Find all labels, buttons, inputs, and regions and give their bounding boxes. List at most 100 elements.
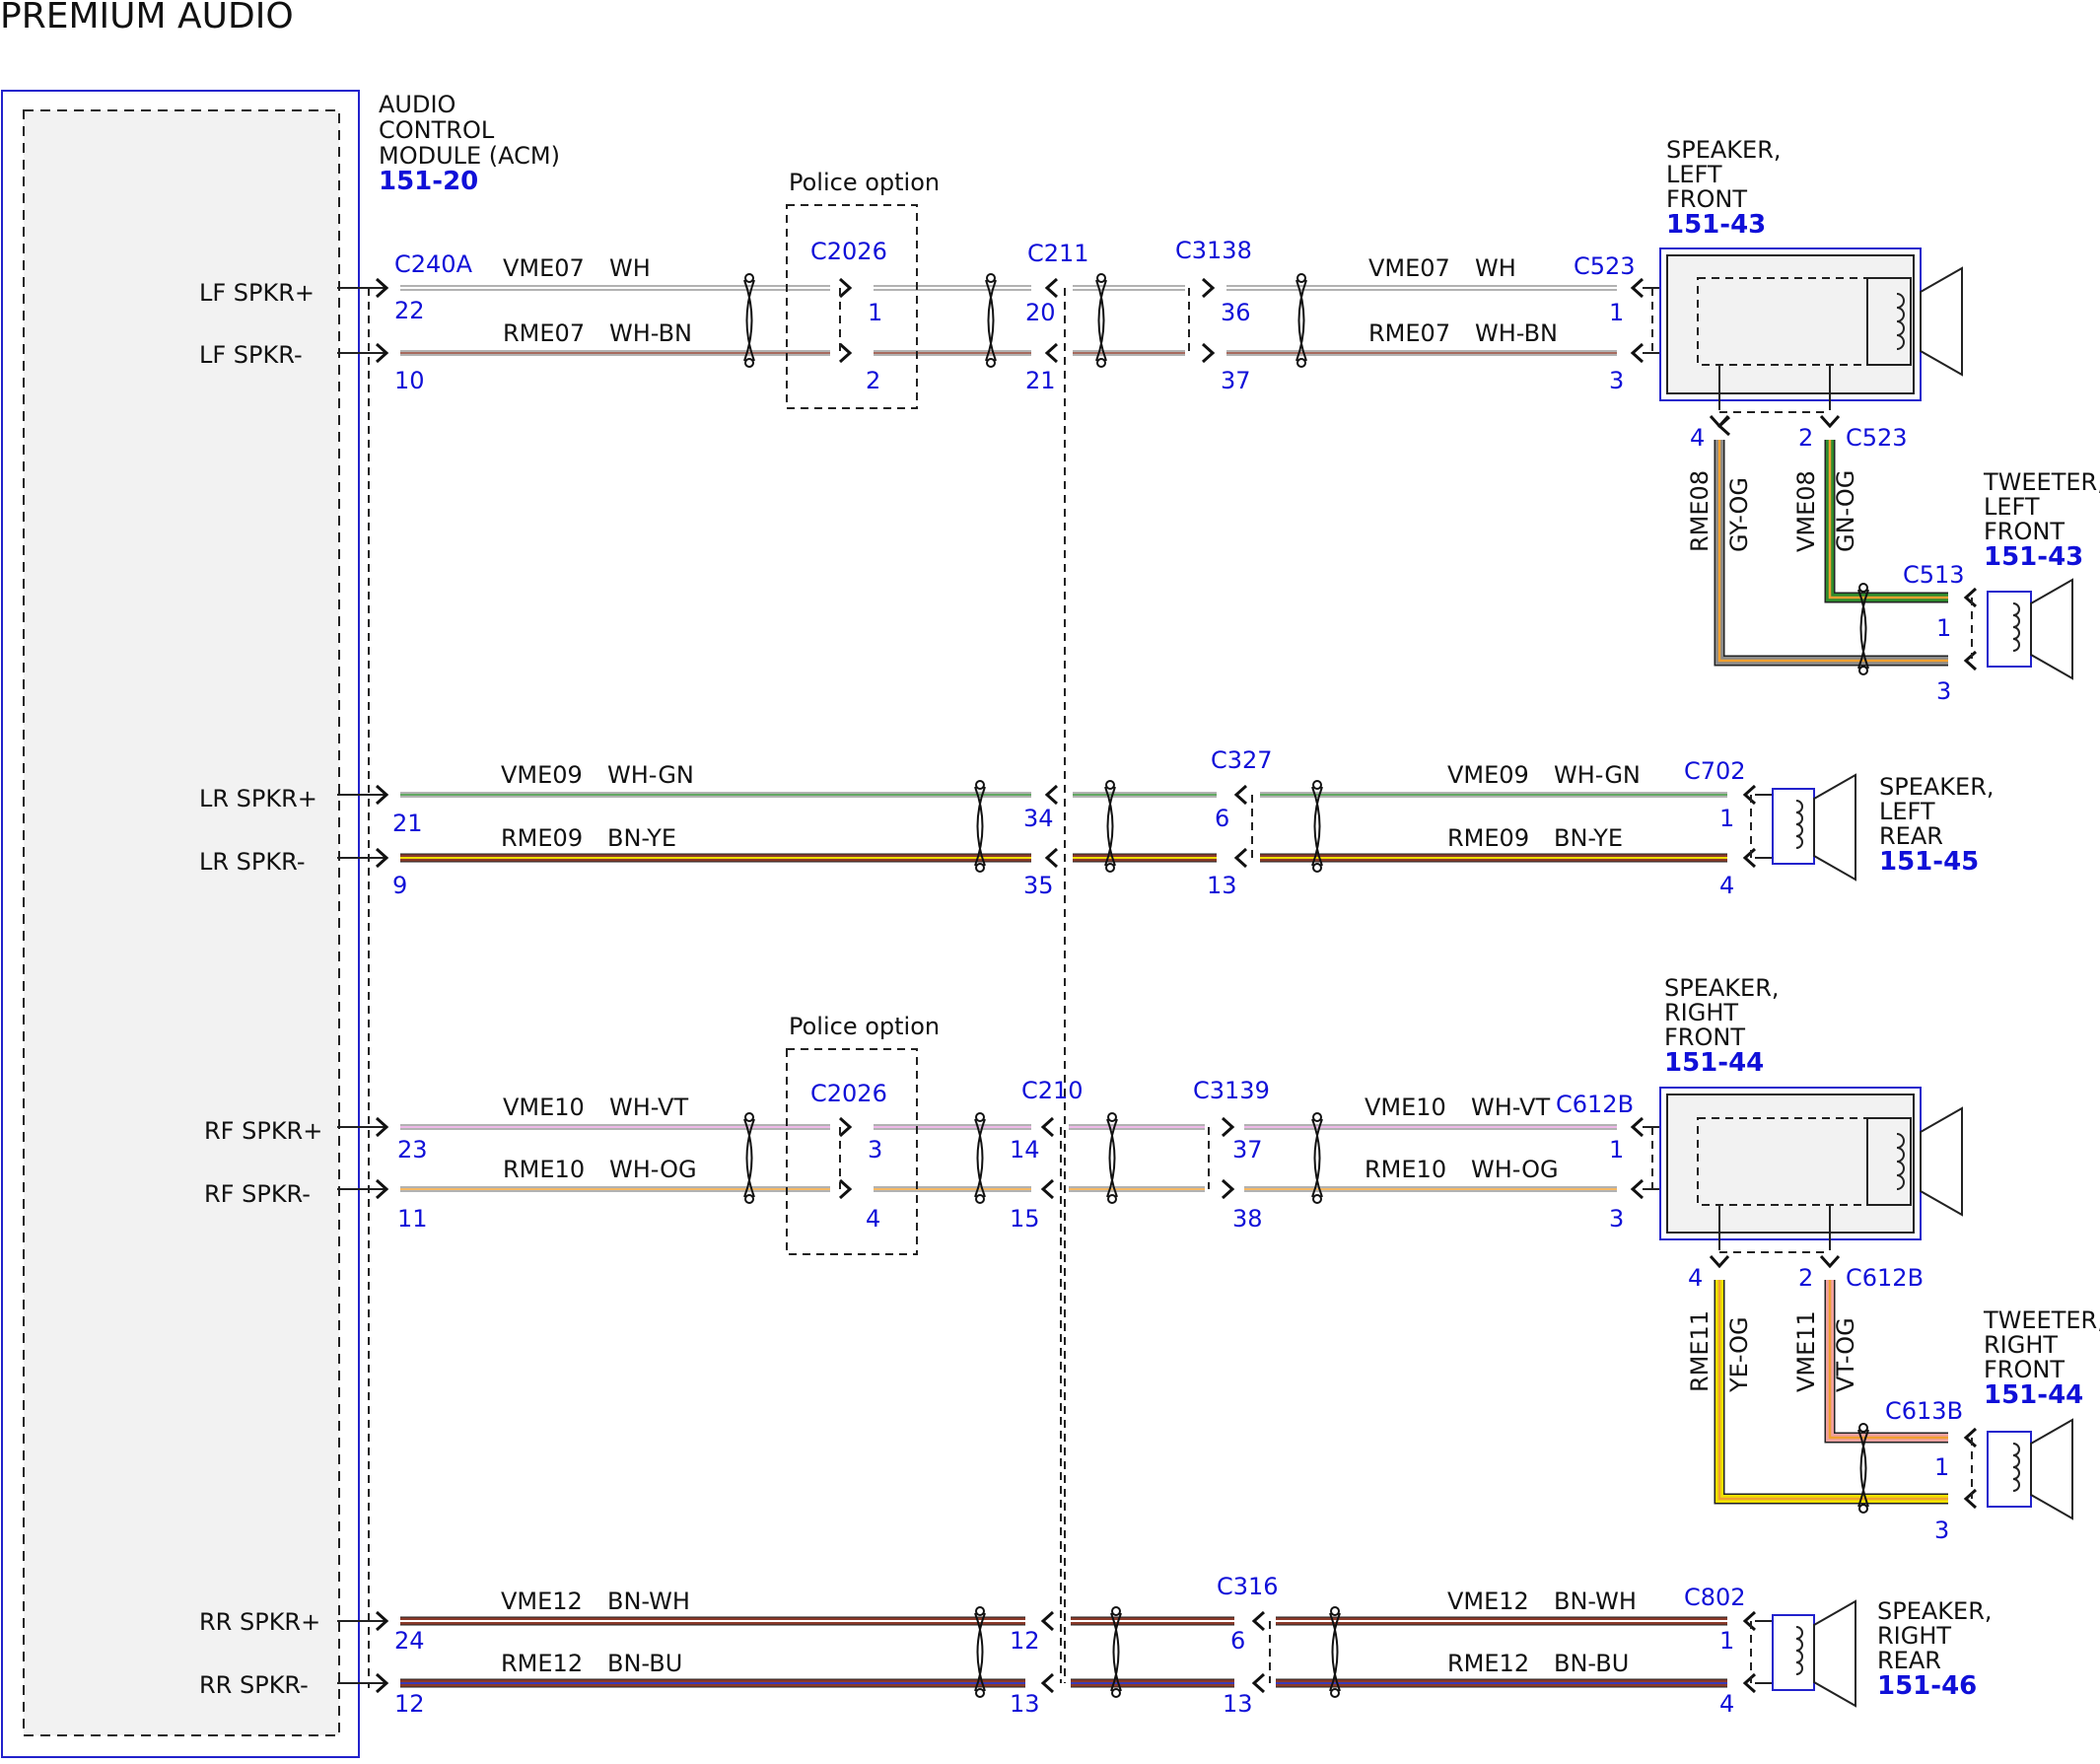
pin-num: 3 xyxy=(868,1136,882,1164)
twisted-pair-icon xyxy=(1095,279,1107,362)
connector-arrow-icon xyxy=(1251,1610,1266,1632)
component-label: REAR xyxy=(1877,1647,1941,1674)
pin-num: 4 xyxy=(1688,1264,1703,1292)
tweeter-right-front: TWEETER, RIGHT FRONT 151-44 C613B 1 3 xyxy=(1885,1306,2100,1544)
connector-arrow-icon xyxy=(1819,1254,1841,1269)
twist-cap xyxy=(1858,1504,1868,1514)
wire-color-label: BN-WH xyxy=(607,1588,690,1615)
pin-num: 1 xyxy=(1719,805,1734,832)
component-label: SPEAKER, xyxy=(1664,974,1780,1002)
acm-pin-rf-spkr-minus: RF SPKR- xyxy=(204,1180,311,1208)
component-label: FRONT xyxy=(1984,518,2065,545)
wire-circuit-label: VME10 xyxy=(1365,1094,1446,1121)
pin-num: 13 xyxy=(1207,872,1237,899)
pin-num: 20 xyxy=(1025,299,1056,326)
twist-cap xyxy=(986,358,996,368)
acm-pin-lr-spkr-minus: LR SPKR- xyxy=(199,848,305,876)
component-label: TWEETER, xyxy=(1983,468,2100,496)
wire-color-label: WH xyxy=(609,254,651,282)
twisted-pair-icon xyxy=(743,1118,755,1198)
twisted-pair-icon xyxy=(743,279,755,362)
connector-arrow-icon xyxy=(1201,342,1216,364)
component-label: SPEAKER, xyxy=(1666,136,1782,164)
wire-circuit-label: VME10 xyxy=(503,1094,585,1121)
component-ref: 151-46 xyxy=(1877,1671,1977,1701)
component-ref: 151-43 xyxy=(1984,542,2083,572)
pin-num: 4 xyxy=(1690,424,1705,452)
connector-c513: C513 xyxy=(1903,561,1965,589)
wire-color-label: BN-YE xyxy=(607,824,676,852)
connector-c3139: C3139 xyxy=(1193,1077,1270,1104)
pin-num: 1 xyxy=(1934,1453,1949,1481)
connector-c613b: C613B xyxy=(1885,1397,1963,1425)
wire-circuit-label: RME11 xyxy=(1686,1310,1714,1392)
twist-cap xyxy=(1330,1606,1340,1616)
connector-arrow-icon xyxy=(1233,847,1248,869)
twist-cap xyxy=(1107,1112,1117,1122)
connector-c702: C702 xyxy=(1684,757,1746,785)
component-label: RIGHT xyxy=(1877,1622,1951,1650)
twist-cap xyxy=(1312,863,1322,873)
wire-color-label: WH-VT xyxy=(609,1094,688,1121)
acm-ref: 151-20 xyxy=(379,167,478,196)
connector-arrow-icon xyxy=(1201,277,1216,299)
pin-num: 23 xyxy=(397,1136,428,1164)
connector-arrow-icon xyxy=(1044,277,1059,299)
pin-num: 1 xyxy=(1609,1136,1624,1164)
pin-num: 21 xyxy=(392,810,423,837)
acm-label-2: CONTROL xyxy=(379,116,495,144)
twist-cap xyxy=(1312,1112,1322,1122)
pin-num: 3 xyxy=(1934,1517,1949,1544)
wire-color-label: WH-GN xyxy=(607,761,694,789)
connector-arrow-icon xyxy=(1044,342,1059,364)
pin-num: 11 xyxy=(397,1205,428,1233)
acm-label-3: MODULE (ACM) xyxy=(379,142,560,170)
twisted-pair-icon xyxy=(985,279,997,362)
connector-arrow-icon xyxy=(1709,414,1730,429)
pin-num: 35 xyxy=(1023,872,1054,899)
connector-c612b: C612B xyxy=(1846,1264,1924,1292)
wire-color-label: BN-YE xyxy=(1554,824,1623,852)
connector-c523: C523 xyxy=(1846,424,1908,452)
component-label: FRONT xyxy=(1666,185,1747,213)
twist-cap xyxy=(744,1194,754,1204)
acm-pin-stubs xyxy=(337,287,385,1684)
connector-c3138: C3138 xyxy=(1175,237,1252,264)
pin-num: 2 xyxy=(1798,424,1813,452)
pin-num: 3 xyxy=(1609,367,1624,394)
police-option-rf: Police option C2026 3 4 xyxy=(786,1013,940,1255)
twist-cap xyxy=(1096,273,1106,283)
pin-num: 13 xyxy=(1223,1690,1253,1718)
twist-cap xyxy=(975,863,985,873)
connector-arrow-icon xyxy=(1044,784,1059,806)
pin-num: 3 xyxy=(1936,677,1951,705)
wire-label-layer: VME07 WH VME07 WH RME07 WH-BN RME07 WH-BN VME09 W… xyxy=(501,254,1859,1677)
wire-circuit-label: RME12 xyxy=(1447,1650,1529,1677)
speaker-cone-icon xyxy=(1813,1599,1856,1708)
wire-color-label: WH-OG xyxy=(609,1156,697,1183)
wire-color-label: GY-OG xyxy=(1725,477,1753,552)
wire-color-label: WH-GN xyxy=(1554,761,1641,789)
twist-cap xyxy=(986,273,996,283)
pin-num: 1 xyxy=(1936,614,1951,642)
acm-pin-lf-spkr-minus: LF SPKR- xyxy=(199,341,303,369)
wire-color-label: VT-OG xyxy=(1832,1317,1859,1392)
wire-circuit-label: RME10 xyxy=(503,1156,585,1183)
pin-num: 12 xyxy=(394,1690,425,1718)
tweeter-cone-icon xyxy=(2030,578,2073,680)
pin-num: 24 xyxy=(394,1627,425,1655)
connector-arrow-icon xyxy=(838,277,853,299)
twisted-pair-icon xyxy=(1295,279,1307,362)
pin-num: 22 xyxy=(394,297,425,324)
component-label: RIGHT xyxy=(1984,1331,2058,1359)
twist-cap xyxy=(1312,780,1322,790)
acm-pin-rf-spkr-plus: RF SPKR+ xyxy=(204,1117,322,1145)
component-ref: 151-44 xyxy=(1984,1380,2083,1410)
connector-arrow-icon xyxy=(1040,1116,1055,1138)
pin-num: 2 xyxy=(866,367,880,394)
pin-num: 6 xyxy=(1215,805,1229,832)
connector-arrow-icon xyxy=(1630,1116,1645,1138)
wire-circuit-label: RME09 xyxy=(1447,824,1529,852)
acm-pin-lr-spkr-plus: LR SPKR+ xyxy=(199,785,317,812)
twist-cap xyxy=(1105,780,1115,790)
